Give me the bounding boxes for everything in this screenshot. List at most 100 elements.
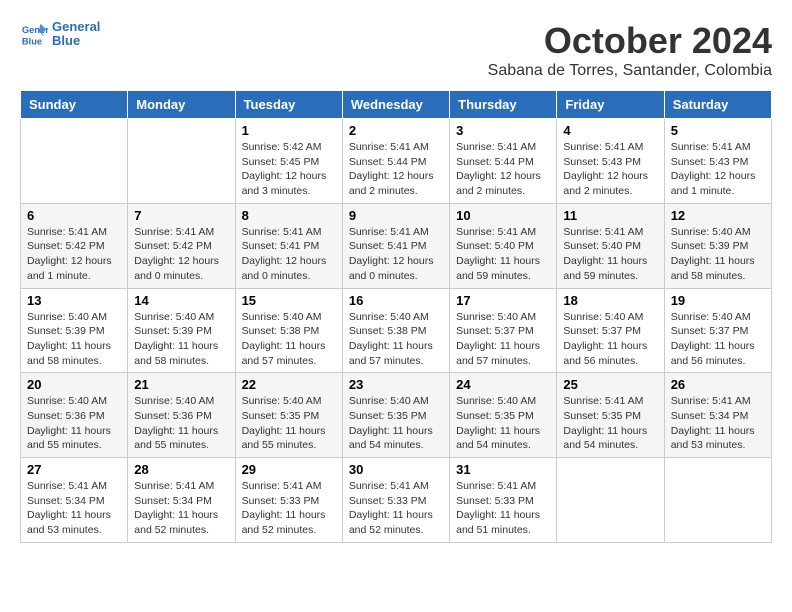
day-number: 31 (456, 462, 550, 477)
day-number: 6 (27, 208, 121, 223)
day-number: 8 (242, 208, 336, 223)
day-info: Sunrise: 5:41 AM Sunset: 5:43 PM Dayligh… (671, 140, 765, 199)
day-number: 28 (134, 462, 228, 477)
calendar-cell: 23 Sunrise: 5:40 AM Sunset: 5:35 PM Dayli… (342, 373, 449, 458)
calendar-cell: 21 Sunrise: 5:40 AM Sunset: 5:36 PM Dayli… (128, 373, 235, 458)
calendar-week-row: 6 Sunrise: 5:41 AM Sunset: 5:42 PM Daylig… (21, 203, 772, 288)
day-number: 16 (349, 293, 443, 308)
day-info: Sunrise: 5:41 AM Sunset: 5:43 PM Dayligh… (563, 140, 657, 199)
day-info: Sunrise: 5:41 AM Sunset: 5:41 PM Dayligh… (349, 225, 443, 284)
calendar-cell: 2Sunrise: 5:41 AM Sunset: 5:44 PM Daylig… (342, 119, 449, 204)
day-info: Sunrise: 5:41 AM Sunset: 5:34 PM Dayligh… (671, 394, 765, 453)
day-info: Sunrise: 5:40 AM Sunset: 5:39 PM Dayligh… (671, 225, 765, 284)
day-number: 18 (563, 293, 657, 308)
day-info: Sunrise: 5:41 AM Sunset: 5:34 PM Dayligh… (134, 479, 228, 538)
calendar-cell: 4Sunrise: 5:41 AM Sunset: 5:43 PM Daylig… (557, 119, 664, 204)
day-info: Sunrise: 5:42 AM Sunset: 5:45 PM Dayligh… (242, 140, 336, 199)
calendar-cell: 31 Sunrise: 5:41 AM Sunset: 5:33 PM Dayli… (450, 458, 557, 543)
calendar-cell: 28 Sunrise: 5:41 AM Sunset: 5:34 PM Dayli… (128, 458, 235, 543)
day-info: Sunrise: 5:40 AM Sunset: 5:35 PM Dayligh… (349, 394, 443, 453)
calendar-cell: 24 Sunrise: 5:40 AM Sunset: 5:35 PM Dayli… (450, 373, 557, 458)
day-info: Sunrise: 5:41 AM Sunset: 5:35 PM Dayligh… (563, 394, 657, 453)
day-info: Sunrise: 5:41 AM Sunset: 5:42 PM Dayligh… (27, 225, 121, 284)
calendar-header-thursday: Thursday (450, 91, 557, 119)
day-info: Sunrise: 5:41 AM Sunset: 5:40 PM Dayligh… (563, 225, 657, 284)
calendar-cell (128, 119, 235, 204)
page-header: General Blue General Blue October 2024 S… (20, 20, 772, 80)
day-info: Sunrise: 5:40 AM Sunset: 5:38 PM Dayligh… (349, 310, 443, 369)
logo-blue: Blue (52, 34, 100, 48)
calendar-header-monday: Monday (128, 91, 235, 119)
month-title: October 2024 (488, 20, 772, 62)
calendar-cell: 8 Sunrise: 5:41 AM Sunset: 5:41 PM Daylig… (235, 203, 342, 288)
calendar-header-friday: Friday (557, 91, 664, 119)
day-info: Sunrise: 5:41 AM Sunset: 5:34 PM Dayligh… (27, 479, 121, 538)
calendar-cell: 14 Sunrise: 5:40 AM Sunset: 5:39 PM Dayli… (128, 288, 235, 373)
day-info: Sunrise: 5:41 AM Sunset: 5:33 PM Dayligh… (456, 479, 550, 538)
day-number: 1 (242, 123, 336, 138)
day-info: Sunrise: 5:40 AM Sunset: 5:36 PM Dayligh… (134, 394, 228, 453)
calendar-header-wednesday: Wednesday (342, 91, 449, 119)
calendar-cell: 15Sunrise: 5:40 AM Sunset: 5:38 PM Dayli… (235, 288, 342, 373)
calendar-header-tuesday: Tuesday (235, 91, 342, 119)
calendar-cell: 12 Sunrise: 5:40 AM Sunset: 5:39 PM Dayli… (664, 203, 771, 288)
day-number: 15 (242, 293, 336, 308)
calendar-cell (21, 119, 128, 204)
calendar-week-row: 1 Sunrise: 5:42 AM Sunset: 5:45 PM Daylig… (21, 119, 772, 204)
day-info: Sunrise: 5:40 AM Sunset: 5:35 PM Dayligh… (242, 394, 336, 453)
day-info: Sunrise: 5:40 AM Sunset: 5:35 PM Dayligh… (456, 394, 550, 453)
day-info: Sunrise: 5:40 AM Sunset: 5:39 PM Dayligh… (134, 310, 228, 369)
calendar-cell: 27Sunrise: 5:41 AM Sunset: 5:34 PM Dayli… (21, 458, 128, 543)
calendar-cell: 13Sunrise: 5:40 AM Sunset: 5:39 PM Dayli… (21, 288, 128, 373)
day-info: Sunrise: 5:40 AM Sunset: 5:37 PM Dayligh… (671, 310, 765, 369)
calendar-cell: 5 Sunrise: 5:41 AM Sunset: 5:43 PM Daylig… (664, 119, 771, 204)
logo-general: General (52, 20, 100, 34)
day-number: 17 (456, 293, 550, 308)
day-number: 22 (242, 377, 336, 392)
calendar-cell (664, 458, 771, 543)
day-info: Sunrise: 5:40 AM Sunset: 5:37 PM Dayligh… (563, 310, 657, 369)
calendar-cell: 18 Sunrise: 5:40 AM Sunset: 5:37 PM Dayli… (557, 288, 664, 373)
day-number: 30 (349, 462, 443, 477)
logo: General Blue General Blue (20, 20, 100, 49)
calendar-header-saturday: Saturday (664, 91, 771, 119)
day-info: Sunrise: 5:41 AM Sunset: 5:41 PM Dayligh… (242, 225, 336, 284)
calendar-cell: 7Sunrise: 5:41 AM Sunset: 5:42 PM Daylig… (128, 203, 235, 288)
day-number: 13 (27, 293, 121, 308)
calendar-cell: 10Sunrise: 5:41 AM Sunset: 5:40 PM Dayli… (450, 203, 557, 288)
day-number: 14 (134, 293, 228, 308)
day-info: Sunrise: 5:41 AM Sunset: 5:42 PM Dayligh… (134, 225, 228, 284)
calendar-cell (557, 458, 664, 543)
calendar-header-row: SundayMondayTuesdayWednesdayThursdayFrid… (21, 91, 772, 119)
day-info: Sunrise: 5:40 AM Sunset: 5:37 PM Dayligh… (456, 310, 550, 369)
day-number: 23 (349, 377, 443, 392)
day-number: 21 (134, 377, 228, 392)
calendar-cell: 26 Sunrise: 5:41 AM Sunset: 5:34 PM Dayli… (664, 373, 771, 458)
title-block: October 2024 Sabana de Torres, Santander… (488, 20, 772, 80)
location-subtitle: Sabana de Torres, Santander, Colombia (488, 62, 772, 80)
svg-text:Blue: Blue (22, 37, 42, 47)
calendar-cell: 29Sunrise: 5:41 AM Sunset: 5:33 PM Dayli… (235, 458, 342, 543)
calendar-cell: 11Sunrise: 5:41 AM Sunset: 5:40 PM Dayli… (557, 203, 664, 288)
calendar-cell: 22 Sunrise: 5:40 AM Sunset: 5:35 PM Dayli… (235, 373, 342, 458)
day-number: 9 (349, 208, 443, 223)
calendar-cell: 16 Sunrise: 5:40 AM Sunset: 5:38 PM Dayli… (342, 288, 449, 373)
calendar-cell: 19 Sunrise: 5:40 AM Sunset: 5:37 PM Dayli… (664, 288, 771, 373)
day-number: 5 (671, 123, 765, 138)
calendar-header-sunday: Sunday (21, 91, 128, 119)
calendar-cell: 17 Sunrise: 5:40 AM Sunset: 5:37 PM Dayli… (450, 288, 557, 373)
calendar-cell: 6 Sunrise: 5:41 AM Sunset: 5:42 PM Daylig… (21, 203, 128, 288)
calendar-cell: 9 Sunrise: 5:41 AM Sunset: 5:41 PM Daylig… (342, 203, 449, 288)
day-info: Sunrise: 5:41 AM Sunset: 5:40 PM Dayligh… (456, 225, 550, 284)
calendar-cell: 3Sunrise: 5:41 AM Sunset: 5:44 PM Daylig… (450, 119, 557, 204)
calendar-week-row: 27Sunrise: 5:41 AM Sunset: 5:34 PM Dayli… (21, 458, 772, 543)
day-info: Sunrise: 5:41 AM Sunset: 5:33 PM Dayligh… (242, 479, 336, 538)
day-number: 24 (456, 377, 550, 392)
day-number: 12 (671, 208, 765, 223)
calendar-cell: 30Sunrise: 5:41 AM Sunset: 5:33 PM Dayli… (342, 458, 449, 543)
day-number: 26 (671, 377, 765, 392)
logo-icon: General Blue (20, 20, 48, 48)
day-number: 3 (456, 123, 550, 138)
calendar-cell: 1 Sunrise: 5:42 AM Sunset: 5:45 PM Daylig… (235, 119, 342, 204)
day-number: 19 (671, 293, 765, 308)
